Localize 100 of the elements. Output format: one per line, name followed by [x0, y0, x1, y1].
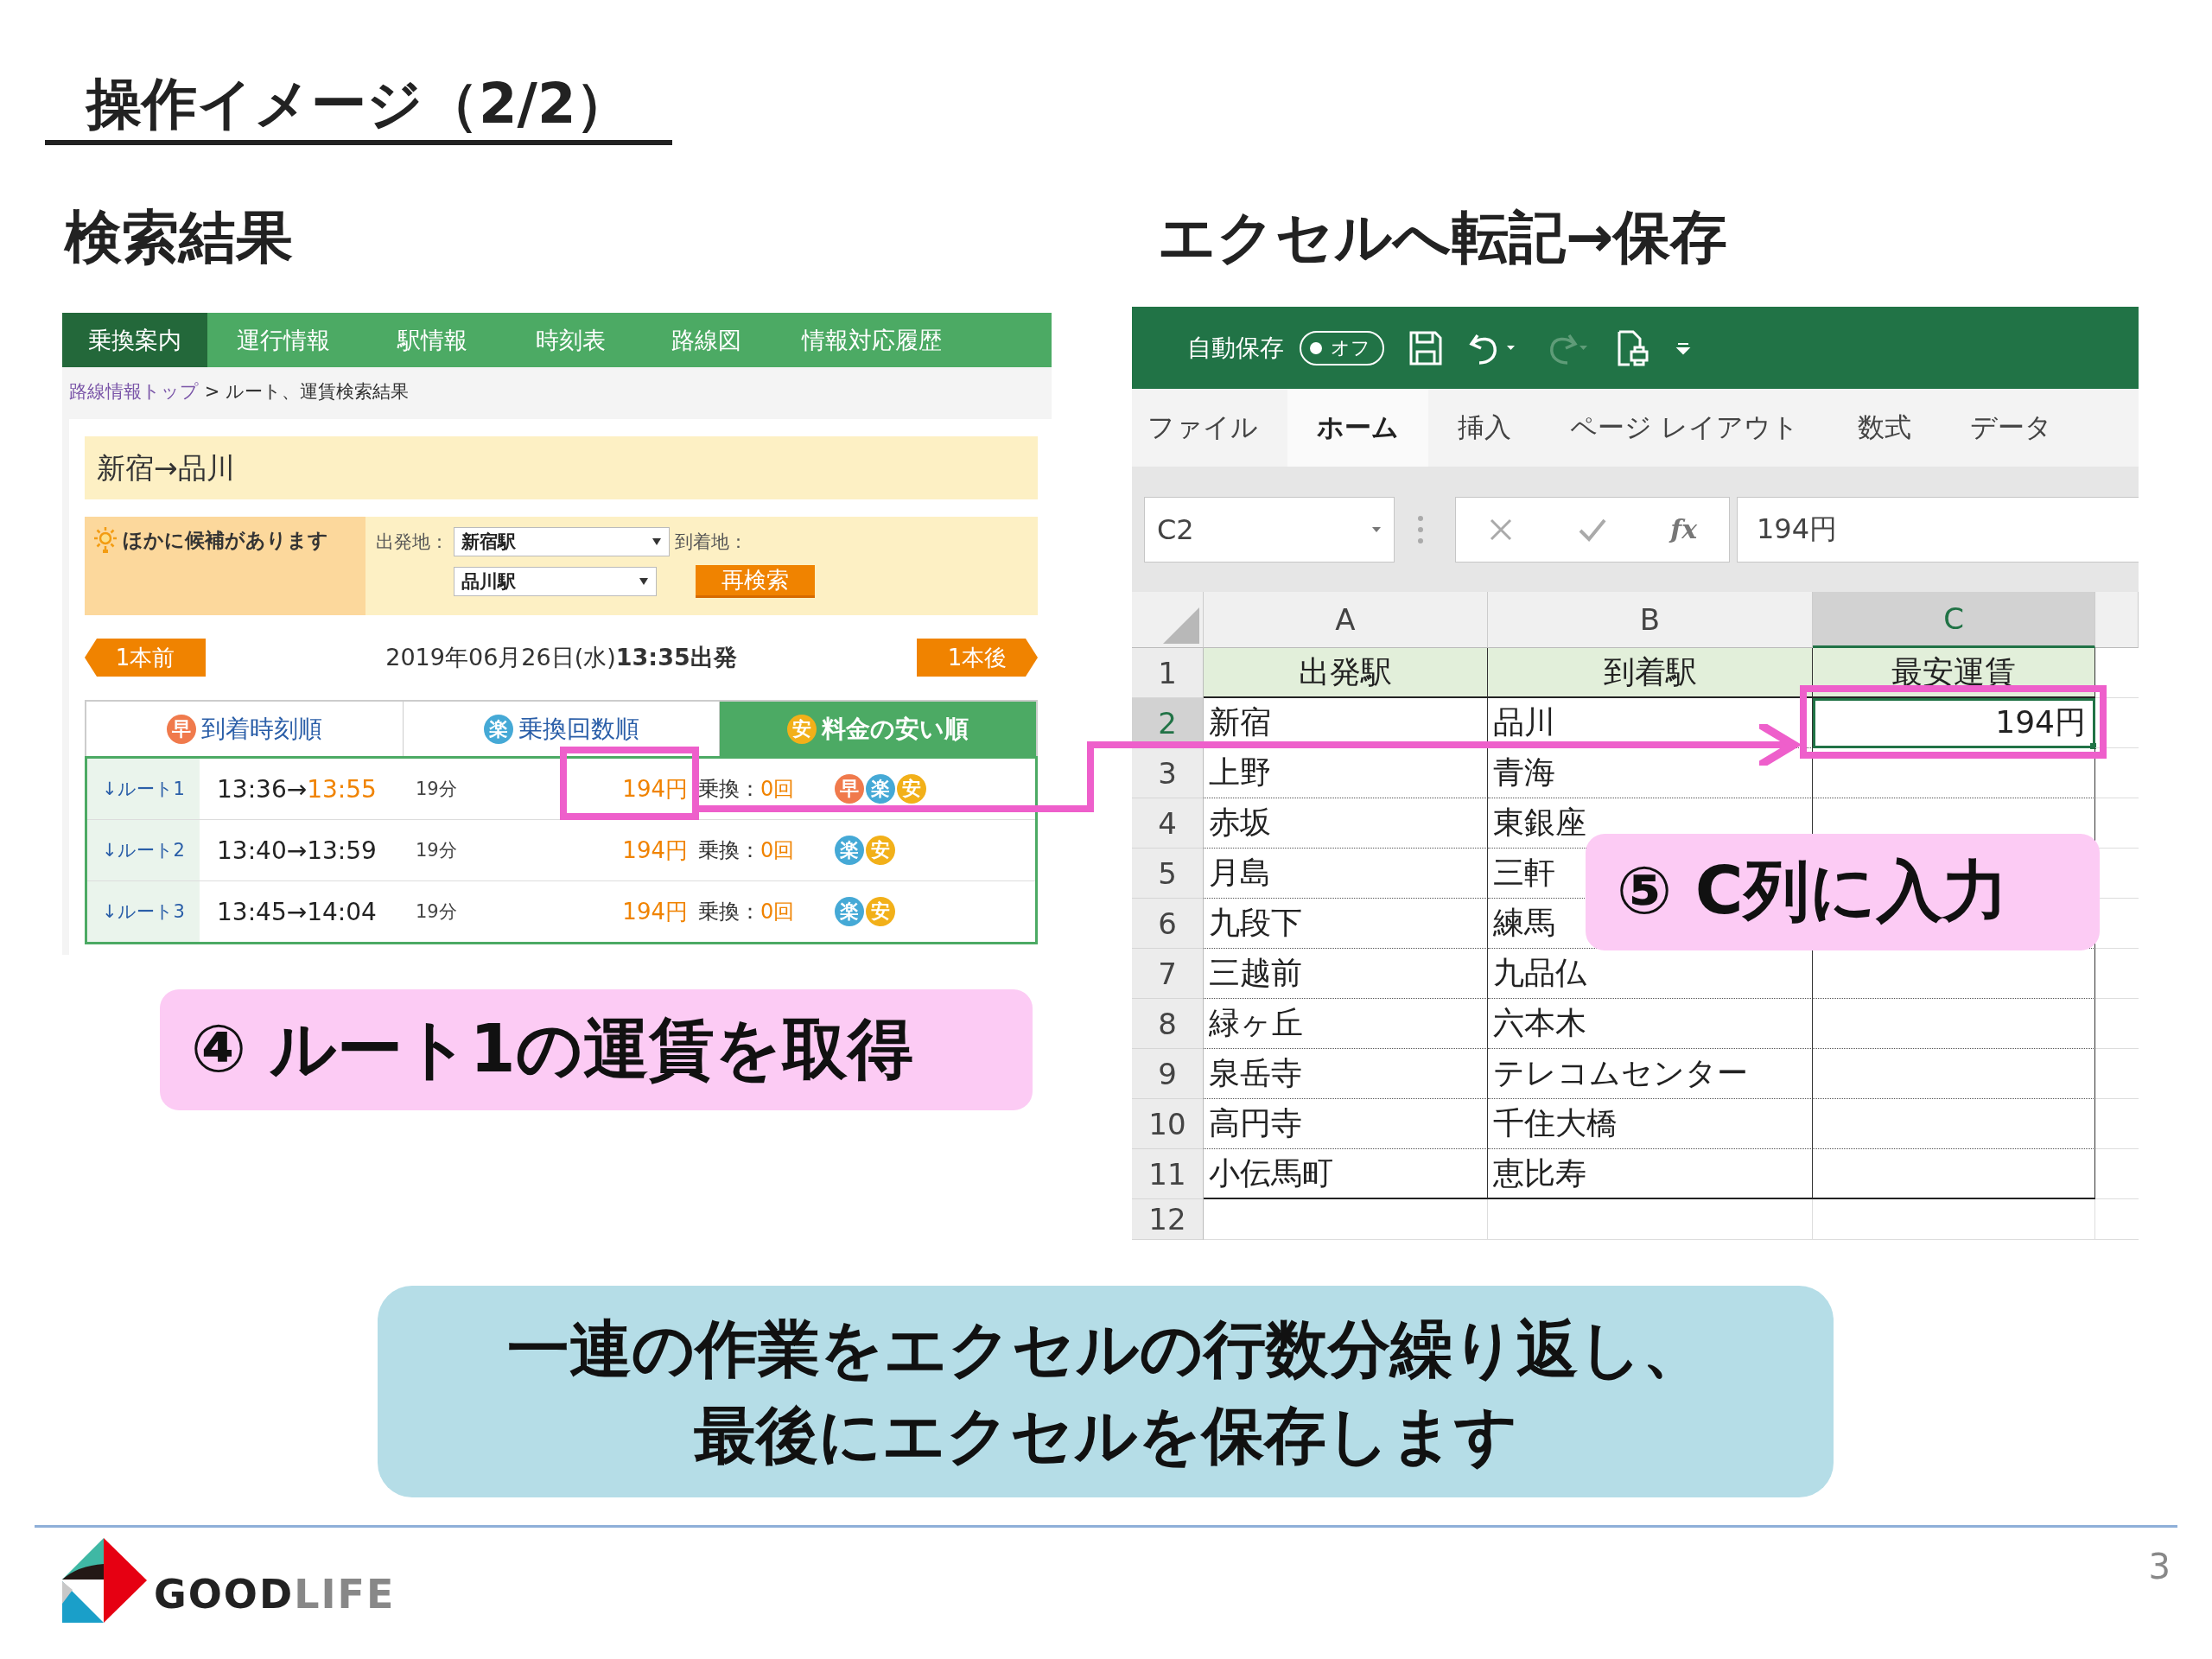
header-cell: 出発駅: [1204, 648, 1488, 698]
table-cell: 小伝馬町: [1204, 1149, 1488, 1199]
table-cell: 月島: [1204, 849, 1488, 899]
column-header[interactable]: [2095, 592, 2139, 648]
table-cell: 青海: [1488, 748, 1813, 798]
route-badge: 安: [897, 774, 926, 804]
breadcrumb-text: > ルート、運賃検索結果: [203, 381, 409, 402]
table-cell: 恵比寿: [1488, 1149, 1813, 1199]
save-icon[interactable]: [1408, 329, 1443, 366]
callout-text: ④ ルート1の運賃を取得: [191, 1008, 913, 1089]
field-label: 出発地：: [376, 531, 448, 554]
duration-text: 19分: [416, 839, 458, 862]
route-link[interactable]: ↓ルート1: [87, 759, 200, 819]
duration-text: 19分: [416, 900, 458, 924]
route-badge: 楽: [835, 836, 864, 865]
row-header[interactable]: 9: [1132, 1049, 1204, 1099]
table-cell: 上野: [1204, 748, 1488, 798]
summary-text: 一連の作業をエクセルの行数分繰り返し、: [506, 1311, 1705, 1387]
sort-badge: 楽: [483, 714, 513, 744]
ribbon-tab[interactable]: ページ レイアウト: [1541, 389, 1828, 467]
section-heading: 検索結果: [65, 203, 294, 272]
route-time: 13:36→13:55: [216, 774, 378, 804]
route-link[interactable]: ↓ルート3: [87, 881, 200, 942]
route-row[interactable]: ↓ルート2 13:40→13:59 19分 194円 乗換：0回 楽 安: [87, 819, 1035, 880]
row-header[interactable]: 3: [1132, 748, 1204, 798]
dropdown-caret-icon: [639, 577, 649, 586]
transfer-text: 乗換：0回: [697, 776, 796, 803]
row-header[interactable]: 6: [1132, 899, 1204, 949]
summary-text: 最後にエクセルを保存します: [693, 1397, 1518, 1473]
row-header[interactable]: 7: [1132, 949, 1204, 999]
row-header[interactable]: 11: [1132, 1149, 1204, 1199]
ribbon-tab[interactable]: データ: [1940, 389, 2082, 467]
route-badge: 楽: [835, 897, 864, 926]
row-header[interactable]: 10: [1132, 1099, 1204, 1149]
breadcrumb-link[interactable]: 路線情報トップ: [69, 381, 199, 402]
header-cell: 到着駅: [1488, 648, 1813, 698]
table-cell: 泉岳寺: [1204, 1049, 1488, 1099]
ribbon-tab[interactable]: 挿入: [1428, 389, 1541, 467]
ribbon-tab[interactable]: ホーム: [1287, 389, 1428, 467]
field-label: 到着地：: [675, 531, 748, 554]
table-cell: 品川: [1488, 698, 1813, 748]
autosave-toggle[interactable]: オフ: [1300, 330, 1384, 365]
route-badge: 安: [866, 836, 895, 865]
row-header[interactable]: 4: [1132, 798, 1204, 849]
column-header[interactable]: A: [1204, 592, 1488, 648]
row-header[interactable]: 12: [1132, 1199, 1204, 1240]
table-cell: 赤坂: [1204, 798, 1488, 849]
departure-text: 2019年06月26日(水)13:35出発: [385, 643, 737, 672]
transfer-text: 乗換：0回: [697, 899, 796, 925]
dropdown-caret-icon: [1371, 525, 1382, 533]
logo-text: GOODLIFE: [154, 1571, 396, 1618]
table-cell: 194円: [1813, 698, 2095, 748]
fare-text: 194円: [621, 774, 688, 804]
table-cell: テレコムセンター: [1488, 1049, 1813, 1099]
route-badge: 楽: [866, 774, 895, 804]
autosave-label: 自動保存: [1187, 332, 1284, 364]
formula-field[interactable]: 194円: [1737, 496, 2139, 563]
route-link[interactable]: ↓ルート2: [87, 820, 200, 880]
sort-badge: 早: [166, 714, 196, 744]
table-cell: 九段下: [1204, 899, 1488, 949]
dropdown-caret-icon: [652, 537, 662, 546]
route-row[interactable]: ↓ルート1 13:36→13:55 19分 194円 乗換：0回 早 楽 安: [87, 756, 1035, 819]
table-cell: 緑ヶ丘: [1204, 999, 1488, 1049]
route-row[interactable]: ↓ルート3 13:45→14:04 19分 194円 乗換：0回 楽 安: [87, 880, 1035, 942]
row-header[interactable]: 1: [1132, 648, 1204, 698]
route-badge: 安: [866, 897, 895, 926]
column-header[interactable]: B: [1488, 592, 1813, 648]
sort-badge: 安: [787, 714, 817, 744]
insert-function-button[interactable]: fx: [1670, 514, 1698, 544]
grip-icon: [1417, 514, 1424, 544]
route-time: 13:40→13:59: [216, 836, 378, 865]
lightbulb-icon: [92, 525, 119, 555]
slide-title: 操作イメージ（2/2）: [86, 71, 632, 137]
customize-caret-icon[interactable]: [1675, 340, 1692, 355]
station-select[interactable]: 品川駅: [454, 567, 657, 596]
transfer-text: 乗換：0回: [697, 837, 796, 864]
column-header[interactable]: C: [1813, 592, 2095, 648]
ribbon-tab[interactable]: 数式: [1827, 389, 1941, 467]
fare-text: 194円: [621, 897, 688, 926]
table-cell: 三越前: [1204, 949, 1488, 999]
row-header[interactable]: 8: [1132, 999, 1204, 1049]
logo-icon: [60, 1536, 147, 1623]
section-heading: エクセルへ転記→保存: [1157, 203, 1729, 272]
table-cell: 六本木: [1488, 999, 1813, 1049]
fare-text: 194円: [621, 836, 688, 865]
route-badge: 早: [835, 774, 864, 804]
notice-text: ほかに候補があります: [123, 528, 328, 553]
page-number: 3: [2148, 1547, 2171, 1586]
route-title: 新宿→品川: [85, 436, 1038, 499]
route-time: 13:45→14:04: [216, 897, 378, 926]
table-cell: 新宿: [1204, 698, 1488, 748]
table-cell: 千住大橋: [1488, 1099, 1813, 1149]
name-box[interactable]: C2: [1144, 496, 1395, 563]
row-header[interactable]: 5: [1132, 849, 1204, 899]
nav-tab[interactable]: 乗換案内: [62, 313, 207, 367]
ribbon-tab[interactable]: ファイル: [1142, 389, 1287, 467]
print-preview-icon[interactable]: [1616, 328, 1650, 367]
station-select[interactable]: 新宿駅: [454, 527, 670, 556]
duration-text: 19分: [416, 778, 458, 801]
table-cell: 高円寺: [1204, 1099, 1488, 1149]
